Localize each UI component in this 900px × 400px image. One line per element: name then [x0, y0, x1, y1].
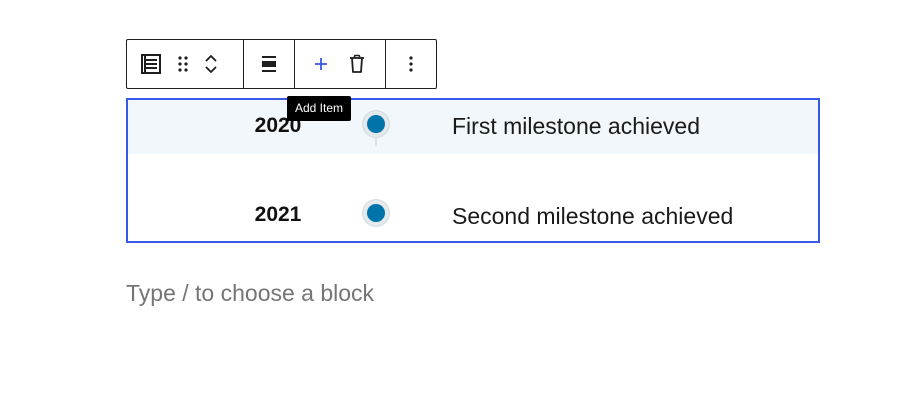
block-type-button[interactable] — [133, 46, 169, 82]
more-vertical-icon — [409, 56, 413, 72]
add-item-button[interactable] — [303, 46, 339, 82]
timeline-item[interactable]: 2021 Second milestone achieved — [128, 188, 818, 241]
toolbar-group-block — [127, 40, 244, 88]
timeline-dot — [363, 111, 389, 137]
toolbar-group-items — [295, 40, 387, 88]
align-button[interactable] — [251, 46, 287, 82]
block-toolbar — [126, 39, 437, 89]
add-item-tooltip: Add Item — [287, 96, 352, 121]
timeline-text[interactable]: Second milestone achieved — [452, 203, 733, 230]
drag-handle-icon — [178, 56, 188, 72]
toolbar-group-options — [386, 40, 436, 88]
toolbar-group-align — [244, 40, 296, 88]
timeline-text[interactable]: First milestone achieved — [452, 113, 700, 140]
timeline-spacer — [128, 154, 818, 188]
timeline-block[interactable]: 2020 First milestone achieved 2021 Secon… — [126, 98, 820, 243]
timeline-dot — [363, 200, 389, 226]
drag-button[interactable] — [169, 46, 197, 82]
timeline-item[interactable]: 2020 First milestone achieved — [128, 100, 818, 154]
options-button[interactable] — [393, 46, 429, 82]
align-icon — [262, 56, 277, 72]
timeline-year[interactable]: 2021 — [218, 203, 338, 227]
list-view-icon — [141, 54, 161, 74]
editor-canvas: 2020 First milestone achieved 2021 Secon… — [0, 0, 900, 400]
delete-item-button[interactable] — [339, 46, 375, 82]
chevron-up-icon[interactable] — [203, 52, 219, 64]
plus-icon — [315, 58, 328, 70]
trash-icon — [350, 54, 365, 73]
move-buttons — [197, 46, 225, 82]
block-placeholder[interactable]: Type / to choose a block — [126, 280, 374, 307]
chevron-down-icon[interactable] — [203, 64, 219, 76]
timeline-connector — [375, 137, 377, 146]
